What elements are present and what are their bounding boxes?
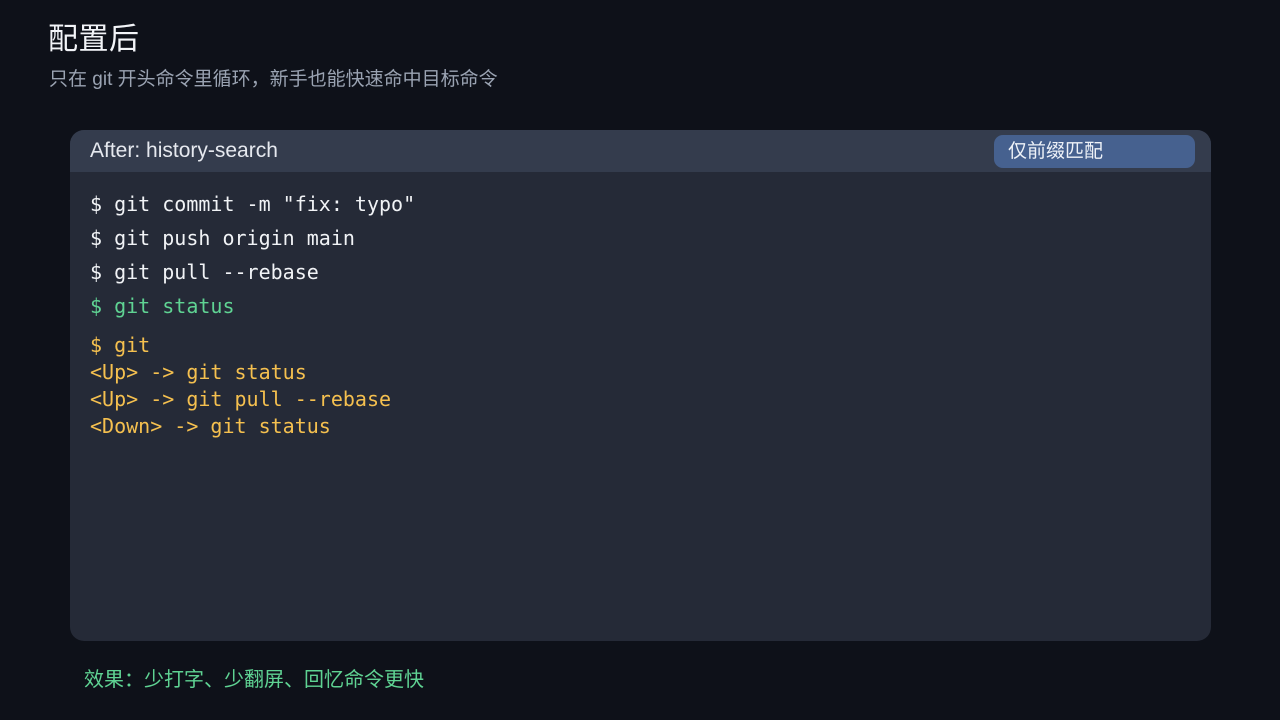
terminal-window: After: history-search 仅前缀匹配 $ git commit… [70,130,1211,641]
history-line-push: $ git push origin main [90,226,355,250]
demo-step-up-1: <Up> -> git status [90,360,307,384]
terminal-header: After: history-search 仅前缀匹配 [70,130,1211,172]
demo-step-down: <Down> -> git status [90,414,331,438]
demo-prompt: $ git [90,333,151,357]
demo-step-up-2: <Up> -> git pull --rebase [90,387,392,411]
history-line-pull: $ git pull --rebase [90,260,319,284]
mode-badge: 仅前缀匹配 [994,135,1195,168]
page-title: 配置后 [48,23,140,56]
terminal-title: After: history-search [90,139,278,162]
history-line-commit: $ git commit -m "fix: typo" [90,192,416,216]
mode-badge-label: 仅前缀匹配 [1008,141,1104,162]
footer-note: 效果：少打字、少翻屏、回忆命令更快 [84,669,424,691]
history-line-status-match: $ git status [90,294,235,318]
page-subtitle: 只在 git 开头命令里循环，新手也能快速命中目标命令 [49,69,498,90]
